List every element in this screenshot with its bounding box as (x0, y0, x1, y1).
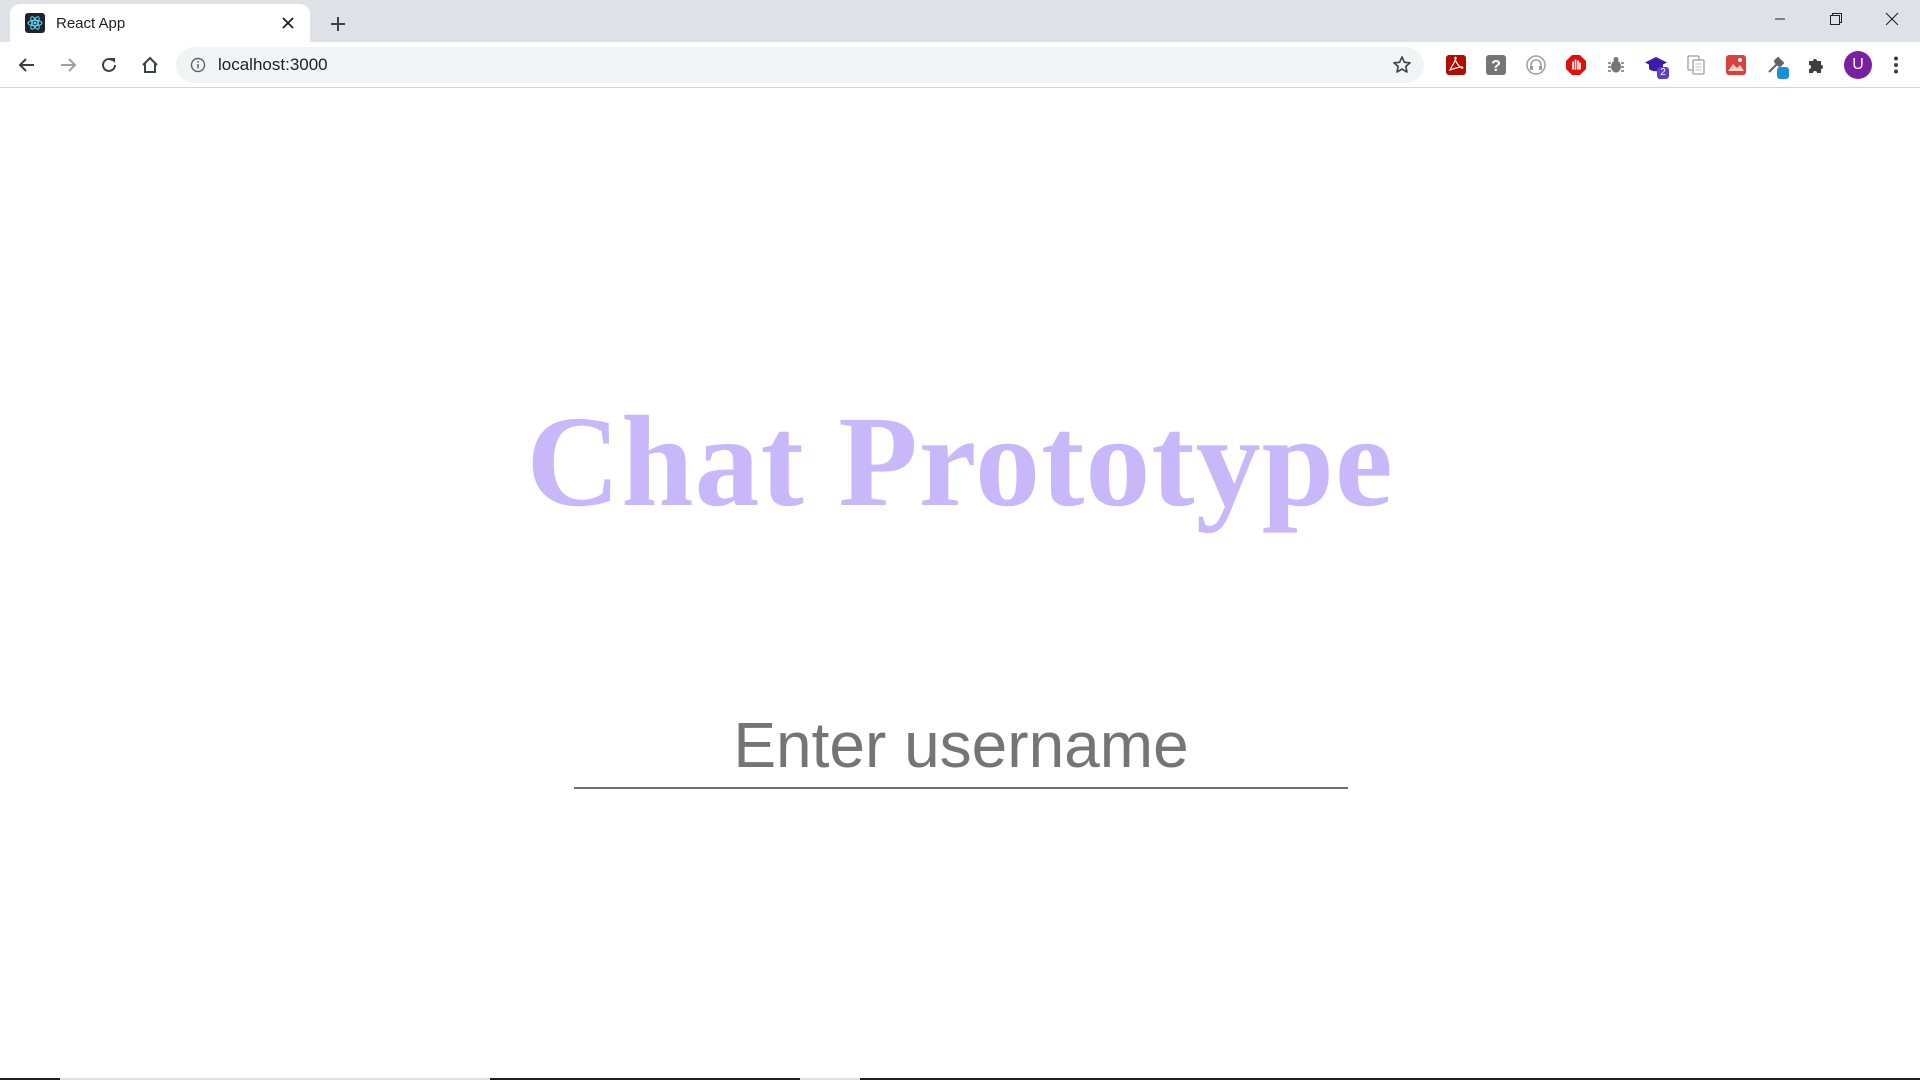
bug-extension-icon[interactable] (1596, 47, 1636, 83)
page-content (0, 89, 1920, 1080)
svg-text:?: ? (1491, 58, 1501, 75)
headphones-extension-icon[interactable] (1516, 47, 1556, 83)
stop-hand-extension-icon[interactable] (1556, 47, 1596, 83)
username-input[interactable] (574, 703, 1348, 789)
tab-strip: React App (0, 0, 1920, 42)
address-bar[interactable]: localhost:3000 (176, 47, 1424, 83)
extension-badge-dot (1777, 67, 1789, 79)
bookmark-star-icon[interactable] (1386, 49, 1418, 81)
home-icon[interactable] (133, 48, 167, 82)
menu-kebab-icon[interactable] (1880, 47, 1912, 83)
picture-extension-icon[interactable] (1716, 47, 1756, 83)
tab-title: React App (56, 14, 126, 32)
eyedropper-extension-icon[interactable] (1756, 47, 1796, 83)
new-tab-icon[interactable] (322, 8, 354, 40)
profile-avatar[interactable]: U (1844, 51, 1872, 79)
address-url[interactable]: localhost:3000 (218, 55, 1386, 75)
site-info-icon[interactable] (188, 55, 208, 75)
react-logo-icon (25, 13, 45, 33)
minimize-icon[interactable] (1752, 0, 1808, 38)
tab-close-icon[interactable] (276, 11, 300, 35)
puzzle-extensions-icon[interactable] (1796, 47, 1836, 83)
copy-pages-extension-icon[interactable] (1676, 47, 1716, 83)
acrobat-extension-icon[interactable] (1436, 47, 1476, 83)
restore-icon[interactable] (1808, 0, 1864, 38)
forward-arrow-icon[interactable] (51, 48, 85, 82)
back-arrow-icon[interactable] (10, 48, 44, 82)
question-extension-icon[interactable]: ? (1476, 47, 1516, 83)
extension-badge: 2 (1657, 67, 1669, 79)
browser-tab[interactable]: React App (10, 4, 310, 42)
browser-toolbar: localhost:3000 ? 2 U (0, 42, 1920, 88)
app-title: Chat Prototype (526, 390, 1394, 534)
extensions-area: ? 2 U (1436, 47, 1912, 83)
graduation-cap-extension-icon[interactable]: 2 (1636, 47, 1676, 83)
close-window-icon[interactable] (1864, 0, 1920, 38)
reload-icon[interactable] (92, 48, 126, 82)
window-controls (1752, 0, 1920, 38)
